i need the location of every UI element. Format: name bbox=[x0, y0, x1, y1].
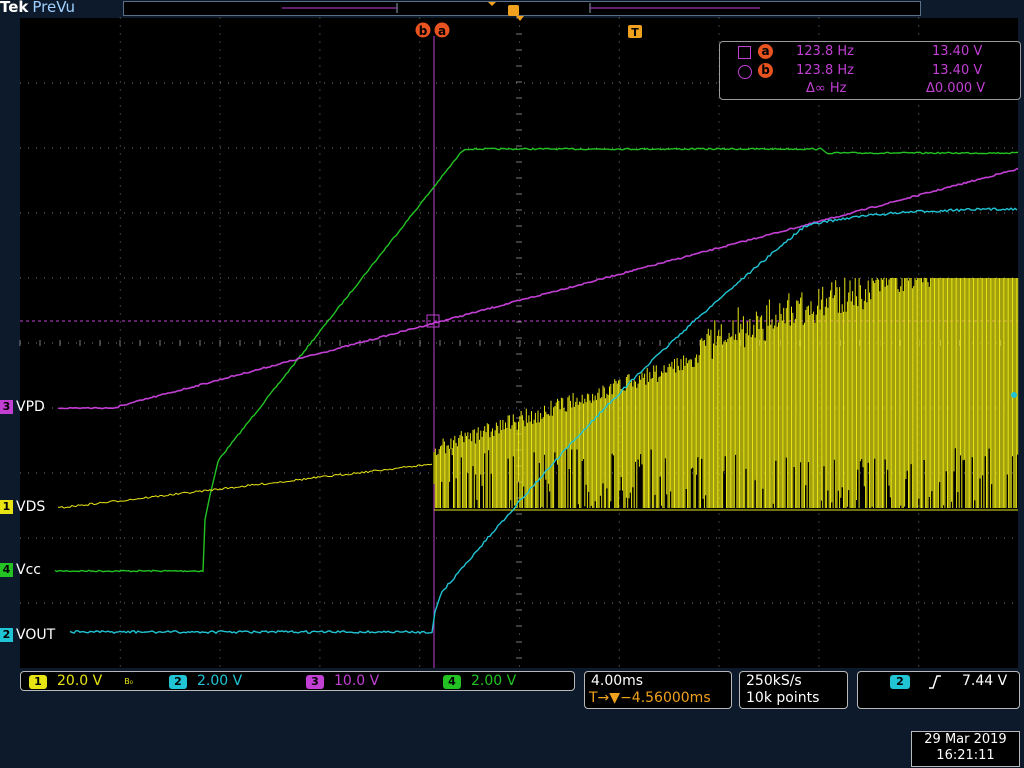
trigger-source: 2 bbox=[890, 675, 910, 689]
ch2-scale[interactable]: 2 2.00 V bbox=[169, 673, 242, 689]
trace-vout bbox=[69, 207, 1018, 635]
trace-vds bbox=[57, 278, 1019, 511]
cursor-b-marker[interactable] bbox=[415, 22, 431, 38]
channel-scale-panel[interactable]: 1 20.0 V B₀ 2 2.00 V 3 10.0 V 4 2.00 V bbox=[20, 671, 575, 691]
trace-vpd bbox=[57, 167, 1019, 410]
trigger-marker[interactable] bbox=[628, 25, 642, 38]
channel-number: 3 bbox=[0, 400, 13, 414]
cursor-delta-row: Δ∞ Hz Δ0.000 V bbox=[720, 81, 1020, 99]
cursor-b-label: b bbox=[419, 24, 428, 38]
record-length: 10k points bbox=[746, 690, 820, 706]
cursor-readout-panel[interactable]: a 123.8 Hz 13.40 V b 123.8 Hz 13.40 V Δ∞… bbox=[719, 41, 1021, 100]
bandwidth-limit-icon: B₀ bbox=[124, 676, 133, 686]
channel-name: VPD bbox=[16, 399, 45, 415]
date-label: 29 Mar 2019 bbox=[924, 732, 1007, 747]
cursor-b-voltage: 13.40 V bbox=[932, 63, 983, 78]
graticule-area bbox=[20, 18, 1018, 668]
ch3-scale-value: 10.0 V bbox=[334, 673, 380, 689]
rising-edge-icon bbox=[929, 675, 941, 689]
trigger-panel[interactable]: 2 7.44 V bbox=[857, 671, 1020, 709]
channel-label-vcc[interactable]: 4 Vcc bbox=[0, 563, 41, 578]
channel-number: 1 bbox=[0, 500, 13, 514]
record-view-bar[interactable] bbox=[123, 1, 921, 16]
brand-name: Tek bbox=[0, 0, 29, 16]
date-time-display: 29 Mar 2019 16:21:11 bbox=[911, 731, 1020, 767]
channel-label-vds[interactable]: 1 VDS bbox=[0, 500, 45, 515]
cursor-crosshair-box bbox=[426, 314, 440, 328]
cursor-a-marker[interactable] bbox=[434, 22, 450, 38]
trace-vcc bbox=[54, 147, 1019, 573]
ch1-scale-value: 20.0 V bbox=[57, 673, 103, 689]
trigger-offset-icon: T→▼ bbox=[589, 690, 621, 706]
timebase-panel[interactable]: 4.00ms T→▼−4.56000ms bbox=[584, 671, 732, 709]
cursor-a-voltage: 13.40 V bbox=[932, 44, 983, 59]
waveform-display[interactable]: b a T bbox=[0, 0, 1024, 768]
cursor-a-row: a 123.8 Hz 13.40 V bbox=[720, 44, 1020, 62]
horizontal-position-value: −4.56000ms bbox=[620, 690, 711, 706]
graticule-grid bbox=[19, 17, 1013, 667]
channel-number: 2 bbox=[0, 628, 13, 642]
channel-label-vpd[interactable]: 3 VPD bbox=[0, 400, 45, 415]
trigger-marker-label: T bbox=[631, 26, 639, 39]
cursor-b-badge: b bbox=[758, 63, 773, 78]
channel-name: Vcc bbox=[16, 562, 41, 578]
time-per-division: 4.00ms bbox=[591, 673, 644, 689]
ch1-number: 1 bbox=[29, 675, 47, 689]
delta-frequency: Δ∞ Hz bbox=[806, 81, 847, 96]
ch3-number: 3 bbox=[306, 675, 324, 689]
brand-label: Tek PreVu bbox=[0, 0, 75, 16]
delta-voltage: Δ0.000 V bbox=[926, 81, 986, 96]
top-status-bar: Tek PreVu bbox=[0, 0, 1024, 16]
acquisition-panel[interactable]: 250kS/s 10k points bbox=[739, 671, 848, 709]
ch4-number: 4 bbox=[443, 675, 461, 689]
time-label: 16:21:11 bbox=[936, 748, 995, 763]
trigger-level: 7.44 V bbox=[962, 673, 1008, 689]
cursor-a-label: a bbox=[438, 24, 446, 38]
channel-label-vout[interactable]: 2 VOUT bbox=[0, 628, 55, 643]
circle-cursor-icon bbox=[738, 65, 752, 79]
ch4-scale[interactable]: 4 2.00 V bbox=[443, 673, 516, 689]
ch2-scale-value: 2.00 V bbox=[197, 673, 243, 689]
channel-name: VDS bbox=[16, 499, 46, 515]
channel-2-offscreen-marker bbox=[1011, 392, 1017, 398]
ch3-scale[interactable]: 3 10.0 V bbox=[306, 673, 379, 689]
sample-rate: 250kS/s bbox=[746, 673, 802, 689]
ch1-scale[interactable]: 1 20.0 V B₀ bbox=[29, 673, 133, 689]
cursor-b-row: b 123.8 Hz 13.40 V bbox=[720, 63, 1020, 81]
cursor-a-badge: a bbox=[758, 44, 773, 59]
ch4-scale-value: 2.00 V bbox=[471, 673, 517, 689]
expansion-point-marker bbox=[516, 16, 524, 21]
cursor-a-frequency: 123.8 Hz bbox=[796, 44, 854, 59]
horizontal-position: T→▼−4.56000ms bbox=[589, 690, 711, 706]
channel-number: 4 bbox=[0, 563, 13, 577]
ch2-number: 2 bbox=[169, 675, 187, 689]
mode-label: PreVu bbox=[32, 0, 75, 16]
cursor-b-frequency: 123.8 Hz bbox=[796, 63, 854, 78]
channel-name: VOUT bbox=[16, 627, 56, 643]
square-cursor-icon bbox=[738, 46, 751, 59]
